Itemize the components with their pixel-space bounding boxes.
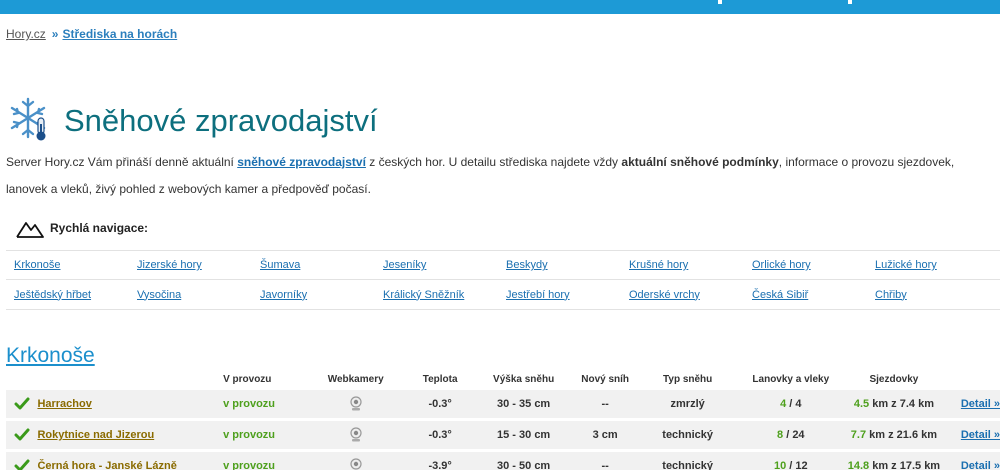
column-header-state: V provozu xyxy=(223,373,272,385)
checkmark-icon xyxy=(6,459,37,470)
intro-part: z českých hor. U detailu střediska najde… xyxy=(365,155,622,169)
lifts-value: 8 / 24 xyxy=(737,429,845,441)
slopes-value: 4.5 km z 7.4 km xyxy=(845,398,943,410)
state-value: v provozu xyxy=(223,398,276,410)
mountain-icon xyxy=(16,222,44,238)
lifts-total: 24 xyxy=(792,429,805,441)
column-header-new-snow: Nový sníh xyxy=(581,373,630,385)
breadcrumb-current-link[interactable]: Střediska na horách xyxy=(62,27,177,41)
quick-nav-link[interactable]: Beskydy xyxy=(498,259,621,271)
column-header-cams: Webkamery xyxy=(327,373,384,385)
lifts-value: 10 / 12 xyxy=(737,460,845,470)
quick-nav-label: Rychlá navigace: xyxy=(50,221,149,235)
resort-table: V provozu Webkamery Teplota Výška sněhu … xyxy=(6,371,1000,470)
snow-depth-value: 30 - 50 cm xyxy=(497,460,551,470)
slopes-total: km z 7.4 km xyxy=(869,398,934,410)
quick-nav: Krkonoše Jizerské hory Šumava Jeseníky B… xyxy=(6,250,1000,310)
column-header-snow-type: Typ sněhu xyxy=(663,373,713,385)
webcam-icon[interactable] xyxy=(307,458,405,470)
new-snow-value: -- xyxy=(601,398,609,410)
detail-link[interactable]: Detail » xyxy=(943,398,1000,410)
quick-nav-link[interactable]: Šumava xyxy=(252,259,375,271)
detail-link[interactable]: Detail » xyxy=(943,460,1000,470)
column-header-lifts: Lanovky a vleky xyxy=(752,373,830,385)
quick-nav-link[interactable]: Krkonoše xyxy=(6,259,129,271)
quick-nav-link[interactable]: Orlické hory xyxy=(744,259,867,271)
checkmark-icon xyxy=(6,397,37,411)
top-bar-divider xyxy=(718,0,722,4)
new-snow-value: 3 cm xyxy=(592,429,618,441)
temperature-value: -0.3° xyxy=(428,429,452,441)
state-value: v provozu xyxy=(223,429,276,441)
new-snow-value: -- xyxy=(601,460,609,470)
quick-nav-link[interactable]: Chřiby xyxy=(867,289,990,301)
slopes-value: 14.8 km z 17.5 km xyxy=(845,460,943,470)
webcam-icon[interactable] xyxy=(307,396,405,412)
top-bar xyxy=(0,0,1000,14)
quick-nav-link[interactable]: Králický Sněžník xyxy=(375,289,498,301)
lifts-total: 12 xyxy=(795,460,808,470)
intro-part: Server Hory.cz Vám přináší denně aktuáln… xyxy=(6,155,238,169)
table-header: V provozu Webkamery Teplota Výška sněhu … xyxy=(6,371,1000,387)
intro-bold: aktuální sněhové podmínky xyxy=(621,155,779,169)
lifts-total: 4 xyxy=(795,398,802,410)
checkmark-icon xyxy=(6,428,37,442)
snow-report-link[interactable]: sněhové zpravodajství xyxy=(237,155,366,169)
column-header-slopes: Sjezdovky xyxy=(869,373,919,385)
quick-nav-link[interactable]: Česká Sibiř xyxy=(744,289,867,301)
breadcrumb-home-link[interactable]: Hory.cz xyxy=(6,27,46,41)
snowflake-thermometer-icon xyxy=(8,96,50,145)
webcam-icon[interactable] xyxy=(307,427,405,443)
quick-nav-link[interactable]: Lužické hory xyxy=(867,259,990,271)
slopes-open: 7.7 xyxy=(850,429,867,441)
breadcrumb-separator: » xyxy=(51,27,59,41)
state-value: v provozu xyxy=(223,460,276,470)
quick-nav-link[interactable]: Javorníky xyxy=(252,289,375,301)
intro-text: Server Hory.cz Vám přináší denně aktuáln… xyxy=(6,149,996,203)
lifts-separator: / xyxy=(786,460,796,470)
top-bar-divider xyxy=(848,0,852,4)
lifts-separator: / xyxy=(783,429,793,441)
detail-link[interactable]: Detail » xyxy=(943,429,1000,441)
quick-nav-link[interactable]: Jizerské hory xyxy=(129,259,252,271)
lifts-separator: / xyxy=(786,398,796,410)
temperature-value: -3.9° xyxy=(428,460,452,470)
slopes-total: km z 17.5 km xyxy=(869,460,941,470)
snow-type-value: technický xyxy=(662,429,714,441)
page-header: Sněhové zpravodajství xyxy=(8,96,378,144)
resort-link[interactable]: Harrachov xyxy=(37,398,223,410)
page-title: Sněhové zpravodajství xyxy=(64,102,378,138)
slopes-open: 4.5 xyxy=(853,398,870,410)
table-row: Harrachov v provozu -0.3° 30 - 35 cm -- … xyxy=(6,390,1000,418)
quick-nav-link[interactable]: Krušné hory xyxy=(621,259,744,271)
region-title-link[interactable]: Krkonoše xyxy=(6,344,95,368)
column-header-snow: Výška sněhu xyxy=(493,373,555,385)
table-row: Rokytnice nad Jizerou v provozu -0.3° 15… xyxy=(6,421,1000,449)
breadcrumb: Hory.cz » Střediska na horách xyxy=(6,27,177,41)
snow-depth-value: 15 - 30 cm xyxy=(497,429,551,441)
slopes-value: 7.7 km z 21.6 km xyxy=(845,429,943,441)
slopes-open: 14.8 xyxy=(847,460,870,470)
quick-nav-heading: Rychlá navigace: xyxy=(16,218,148,238)
quick-nav-row: Ještědský hřbet Vysočina Javorníky Králi… xyxy=(6,280,1000,310)
slopes-total: km z 21.6 km xyxy=(866,429,938,441)
column-header-temp: Teplota xyxy=(422,373,458,385)
quick-nav-link[interactable]: Oderské vrchy xyxy=(621,289,744,301)
snow-depth-value: 30 - 35 cm xyxy=(497,398,551,410)
temperature-value: -0.3° xyxy=(428,398,452,410)
lifts-open: 10 xyxy=(773,460,787,470)
snow-type-value: technický xyxy=(662,460,714,470)
quick-nav-link[interactable]: Ještědský hřbet xyxy=(6,289,129,301)
table-row: Černá hora - Janské Lázně v provozu -3.9… xyxy=(6,452,1000,470)
snow-type-value: zmrzlý xyxy=(670,398,705,410)
quick-nav-row: Krkonoše Jizerské hory Šumava Jeseníky B… xyxy=(6,250,1000,280)
quick-nav-link[interactable]: Jestřebí hory xyxy=(498,289,621,301)
quick-nav-link[interactable]: Vysočina xyxy=(129,289,252,301)
lifts-value: 4 / 4 xyxy=(737,398,845,410)
resort-link[interactable]: Rokytnice nad Jizerou xyxy=(37,429,223,441)
quick-nav-link[interactable]: Jeseníky xyxy=(375,259,498,271)
resort-link[interactable]: Černá hora - Janské Lázně xyxy=(37,460,223,470)
